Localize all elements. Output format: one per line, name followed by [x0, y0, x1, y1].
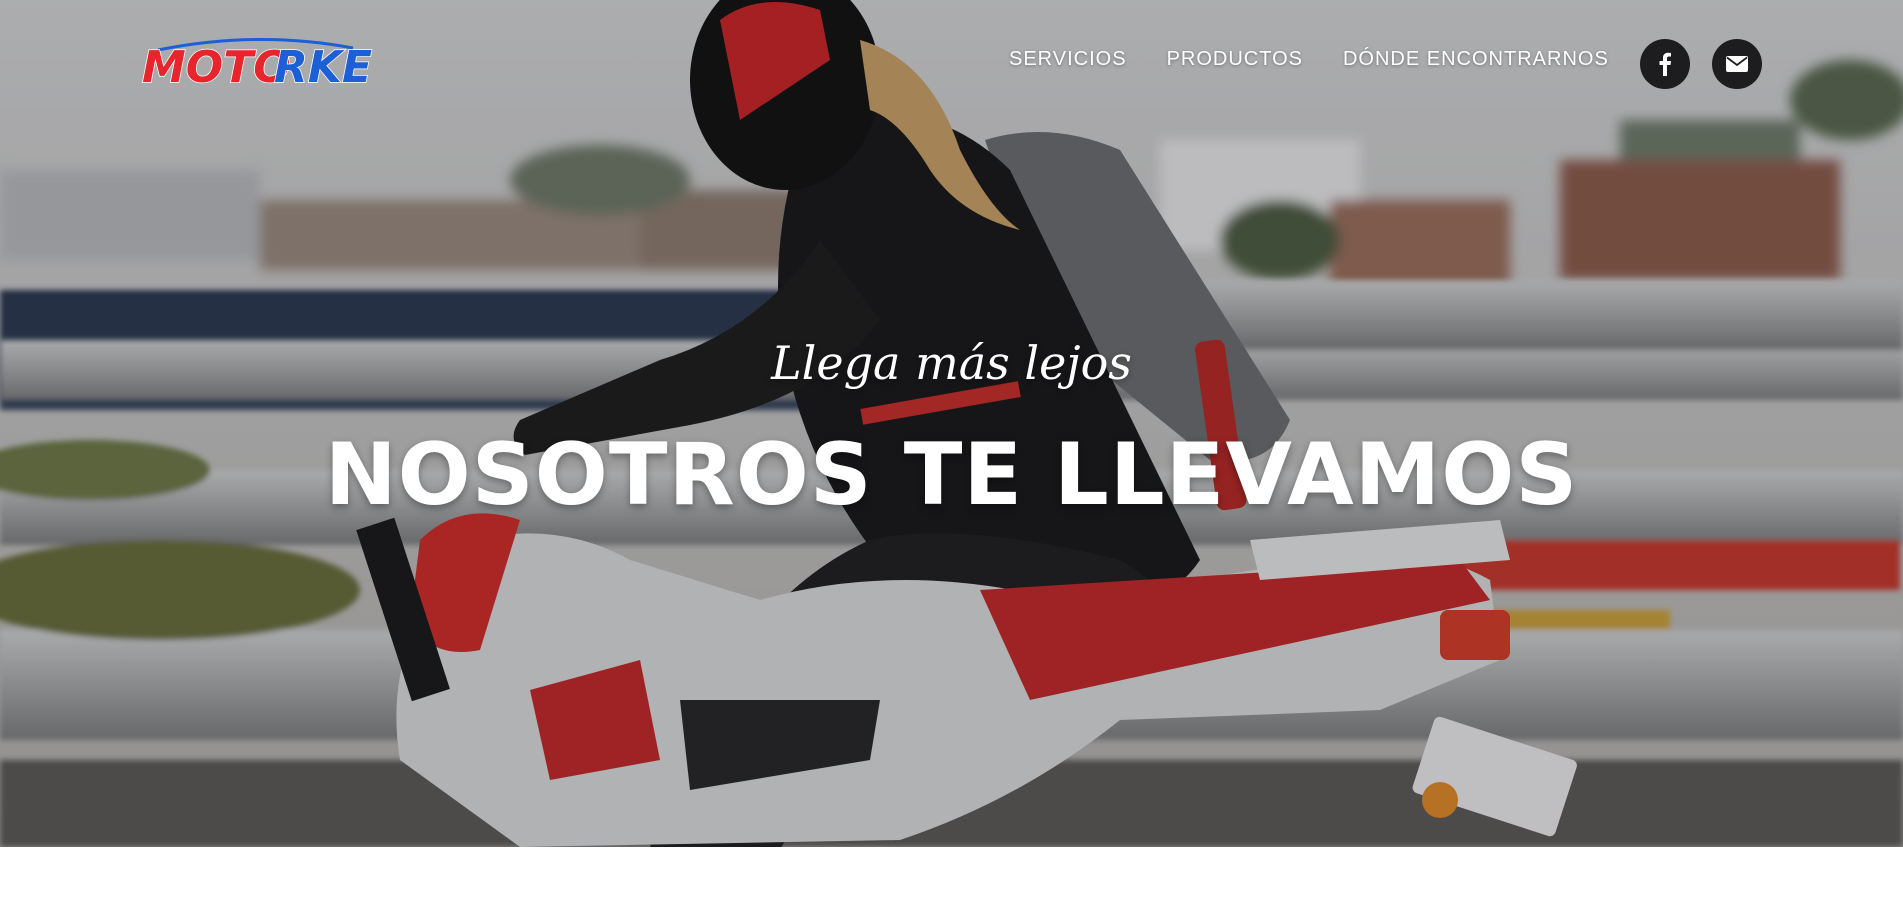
hero-section: MOTO RKE SERVICIOS PRODUCTOS DÓNDE ENCON… [0, 0, 1903, 847]
hero-headline: NOSOTROS TE LLEVAMOS [324, 425, 1579, 525]
envelope-icon [1726, 56, 1748, 72]
hero-tagline: Llega más lejos [771, 336, 1132, 390]
logo-text-moto: MOTO [142, 42, 291, 91]
nav-link-servicios[interactable]: SERVICIOS [1009, 48, 1127, 71]
top-navbar: MOTO RKE SERVICIOS PRODUCTOS DÓNDE ENCON… [0, 0, 1903, 125]
nav-link-productos[interactable]: PRODUCTOS [1167, 48, 1303, 71]
email-button[interactable] [1712, 39, 1762, 89]
main-navigation: SERVICIOS PRODUCTOS DÓNDE ENCONTRARNOS [1009, 48, 1609, 71]
facebook-icon [1659, 52, 1671, 76]
logo-text-rke: RKE [274, 42, 372, 91]
motorke-logo[interactable]: MOTO RKE [138, 36, 383, 91]
social-links [1640, 39, 1762, 89]
nav-link-donde-encontrarnos[interactable]: DÓNDE ENCONTRARNOS [1343, 48, 1609, 71]
facebook-button[interactable] [1640, 39, 1690, 89]
hero-dark-overlay [0, 0, 1903, 847]
